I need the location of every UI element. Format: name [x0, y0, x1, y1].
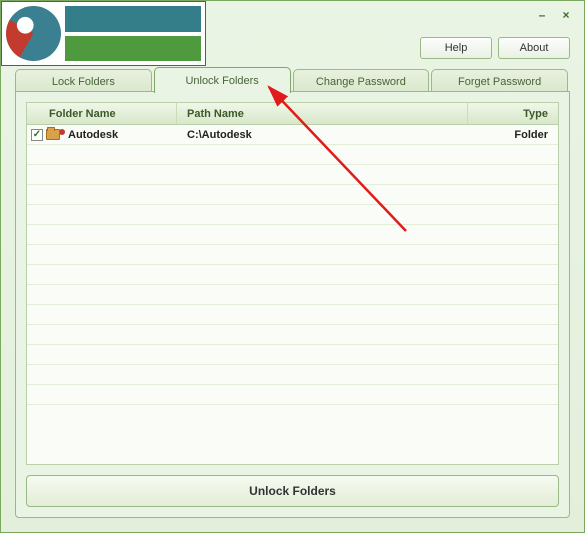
logo-icon: [6, 6, 61, 61]
tab-forget-password[interactable]: Forget Password: [431, 69, 568, 93]
unlock-folders-button[interactable]: Unlock Folders: [26, 475, 559, 507]
grid-header: Folder Name Path Name Type: [27, 103, 558, 125]
about-button[interactable]: About: [498, 37, 570, 59]
grid-body[interactable]: ✓ Autodesk C:\Autodesk Folder: [27, 125, 558, 464]
row-type: Folder: [468, 129, 558, 141]
close-button[interactable]: ×: [556, 6, 576, 24]
table-row: [27, 265, 558, 285]
table-row: [27, 225, 558, 245]
tab-bar: Lock Folders Unlock Folders Change Passw…: [15, 67, 570, 93]
col-header-name[interactable]: Folder Name: [27, 103, 177, 124]
col-header-path[interactable]: Path Name: [177, 103, 468, 124]
app-window: – × Help About Lock Folders Unlock Folde…: [0, 0, 585, 533]
table-row: [27, 285, 558, 305]
table-row: [27, 385, 558, 405]
table-row: [27, 245, 558, 265]
tab-unlock-folders[interactable]: Unlock Folders: [154, 67, 291, 93]
top-button-bar: Help About: [420, 37, 570, 59]
minimize-button[interactable]: –: [532, 6, 552, 24]
help-button[interactable]: Help: [420, 37, 492, 59]
tab-change-password[interactable]: Change Password: [293, 69, 430, 93]
table-row: [27, 365, 558, 385]
row-path: C:\Autodesk: [177, 129, 468, 141]
table-row: [27, 165, 558, 185]
table-row: [27, 345, 558, 365]
table-row[interactable]: ✓ Autodesk C:\Autodesk Folder: [27, 125, 558, 145]
row-checkbox[interactable]: ✓: [31, 129, 43, 141]
col-header-type[interactable]: Type: [468, 103, 558, 124]
table-row: [27, 205, 558, 225]
table-row: [27, 305, 558, 325]
table-row: [27, 185, 558, 205]
app-logo: [1, 1, 206, 66]
table-row: [27, 145, 558, 165]
folders-grid: Folder Name Path Name Type ✓ Autodesk C:…: [26, 102, 559, 465]
tab-panel: Folder Name Path Name Type ✓ Autodesk C:…: [15, 91, 570, 518]
tab-lock-folders[interactable]: Lock Folders: [15, 69, 152, 93]
folder-icon: [46, 129, 60, 140]
row-name: Autodesk: [68, 129, 118, 141]
logo-bars: [65, 6, 201, 61]
table-row: [27, 325, 558, 345]
